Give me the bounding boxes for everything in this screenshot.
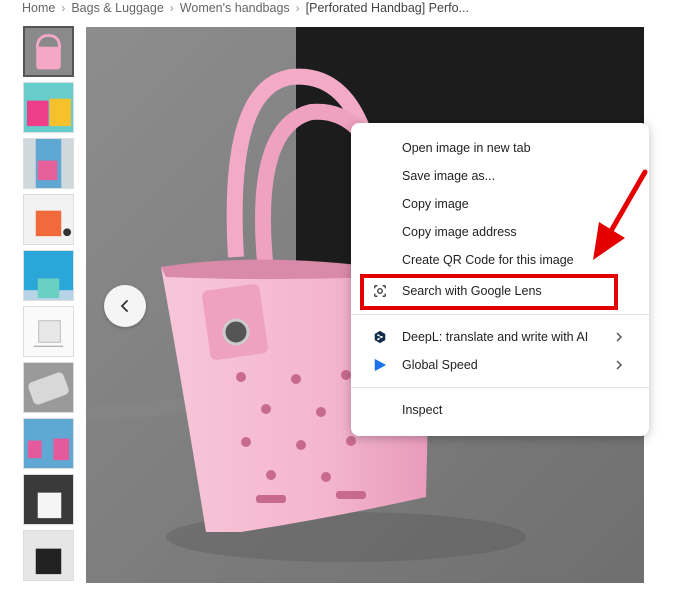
thumbnail-1[interactable] bbox=[23, 26, 74, 77]
previous-image-button[interactable] bbox=[104, 285, 146, 327]
thumbnail-5[interactable] bbox=[23, 250, 74, 301]
menu-item-label: Copy image bbox=[402, 197, 469, 211]
breadcrumb-home[interactable]: Home bbox=[22, 1, 55, 15]
thumbnail-3[interactable] bbox=[23, 138, 74, 189]
menu-item-label: Save image as... bbox=[402, 169, 496, 183]
menu-item-label: Open image in new tab bbox=[402, 141, 531, 155]
menu-copy-image[interactable]: Copy image bbox=[351, 191, 649, 217]
menu-open-image-new-tab[interactable]: Open image in new tab bbox=[351, 135, 649, 161]
breadcrumb-separator-icon: › bbox=[295, 1, 300, 15]
menu-create-qr-code[interactable]: Create QR Code for this image bbox=[351, 247, 649, 273]
thumbnail-9[interactable] bbox=[23, 474, 74, 525]
chevron-right-icon bbox=[616, 360, 623, 370]
chevron-left-icon bbox=[120, 300, 128, 312]
breadcrumb-separator-icon: › bbox=[61, 1, 66, 15]
breadcrumb-separator-icon: › bbox=[169, 1, 174, 15]
thumbnail-4[interactable] bbox=[23, 194, 74, 245]
thumbnail-8[interactable] bbox=[23, 418, 74, 469]
menu-item-label: Copy image address bbox=[402, 225, 517, 239]
thumbnail-strip bbox=[23, 26, 75, 586]
breadcrumb: Home › Bags & Luggage › Women's handbags… bbox=[22, 0, 469, 16]
menu-divider bbox=[351, 314, 649, 315]
menu-deepl[interactable]: DeepL: translate and write with AI bbox=[351, 324, 649, 350]
breadcrumb-womens-handbags[interactable]: Women's handbags bbox=[180, 1, 290, 15]
menu-global-speed[interactable]: Global Speed bbox=[351, 352, 649, 378]
menu-item-label: Search with Google Lens bbox=[402, 284, 542, 298]
chevron-right-icon bbox=[616, 332, 623, 342]
menu-item-label: Global Speed bbox=[402, 358, 478, 372]
menu-save-image-as[interactable]: Save image as... bbox=[351, 163, 649, 189]
thumbnail-2[interactable] bbox=[23, 82, 74, 133]
menu-search-google-lens[interactable]: Search with Google Lens bbox=[351, 278, 649, 304]
menu-divider bbox=[351, 387, 649, 388]
breadcrumb-current: [Perforated Handbag] Perfo... bbox=[305, 1, 469, 15]
menu-item-label: DeepL: translate and write with AI bbox=[402, 330, 589, 344]
menu-item-label: Inspect bbox=[402, 403, 443, 417]
breadcrumb-bags-luggage[interactable]: Bags & Luggage bbox=[71, 1, 163, 15]
menu-item-label: Create QR Code for this image bbox=[402, 253, 574, 267]
menu-copy-image-address[interactable]: Copy image address bbox=[351, 219, 649, 245]
thumbnail-7[interactable] bbox=[23, 362, 74, 413]
google-lens-icon bbox=[372, 283, 388, 299]
deepl-icon bbox=[372, 329, 388, 345]
menu-inspect[interactable]: Inspect bbox=[351, 397, 649, 423]
thumbnail-10[interactable] bbox=[23, 530, 74, 581]
thumbnail-6[interactable] bbox=[23, 306, 74, 357]
context-menu: Open image in new tab Save image as... C… bbox=[351, 123, 649, 436]
play-icon bbox=[372, 357, 388, 373]
